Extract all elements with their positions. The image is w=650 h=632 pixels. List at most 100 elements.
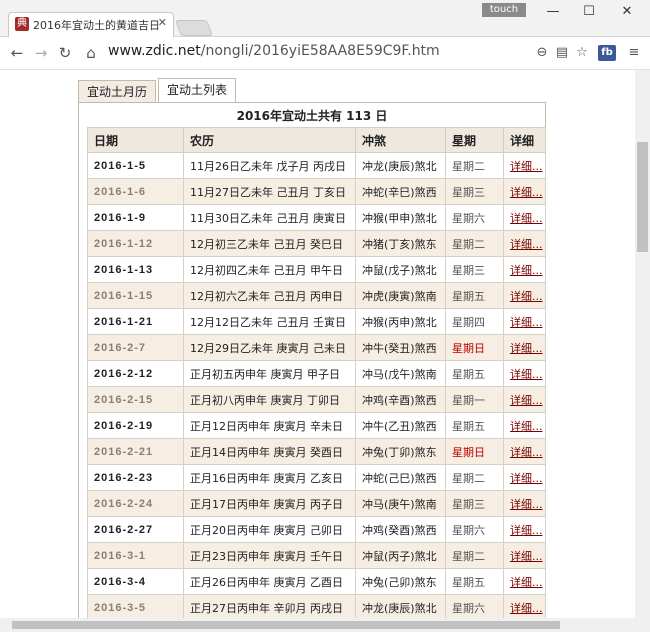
forward-icon[interactable]: →: [32, 44, 50, 62]
date-cell: 2016-1-13: [87, 256, 184, 283]
site-favicon-icon: 典: [15, 17, 29, 31]
minimize-icon[interactable]: —: [538, 4, 568, 20]
back-icon[interactable]: ←: [8, 44, 26, 62]
vertical-scroll-thumb[interactable]: [637, 142, 648, 252]
maximize-icon[interactable]: ☐: [574, 4, 604, 20]
col-header-weekday: 星期: [445, 127, 504, 153]
facebook-extension-icon[interactable]: fb: [598, 45, 616, 61]
date-cell: 2016-1-15: [87, 282, 184, 309]
horizontal-scrollbar[interactable]: [0, 618, 650, 632]
bookmark-star-icon[interactable]: ☆: [574, 45, 590, 61]
detail-link[interactable]: 详细...: [503, 360, 546, 387]
chongsha-cell: 冲鼠(戊子)煞北: [355, 256, 446, 283]
reload-icon[interactable]: ↻: [56, 44, 74, 62]
days-table: 日期 农历 冲煞 星期 详细 2016-1-5 11月26日乙未年 戊子月 丙戌日…: [87, 127, 546, 618]
date-cell: 2016-1-6: [87, 178, 184, 205]
horizontal-scroll-thumb[interactable]: [12, 621, 560, 629]
detail-link[interactable]: 详细...: [503, 542, 546, 569]
menu-icon[interactable]: ≡: [626, 45, 642, 61]
weekday-cell: 星期三: [445, 178, 504, 205]
date-cell: 2016-3-1: [87, 542, 184, 569]
detail-link[interactable]: 详细...: [503, 594, 546, 618]
chongsha-cell: 冲蛇(己巳)煞西: [355, 464, 446, 491]
lunar-date-cell: 正月17日丙申年 庚寅月 丙子日: [183, 490, 356, 517]
detail-link[interactable]: 详细...: [503, 334, 546, 361]
chongsha-cell: 冲兔(丁卯)煞东: [355, 438, 446, 465]
detail-link[interactable]: 详细...: [503, 230, 546, 257]
date-cell: 2016-2-27: [87, 516, 184, 543]
vertical-scrollbar[interactable]: [635, 70, 650, 618]
translate-icon[interactable]: ▤: [554, 45, 570, 61]
table-row: 2016-2-19 正月12日丙申年 庚寅月 辛未日 冲牛(乙丑)煞西 星期五 详细..…: [87, 412, 546, 439]
chongsha-cell: 冲鸡(辛酉)煞西: [355, 386, 446, 413]
weekday-cell: 星期五: [445, 412, 504, 439]
lunar-date-cell: 正月26日丙申年 庚寅月 乙酉日: [183, 568, 356, 595]
tab-list[interactable]: 宜动土列表: [158, 78, 237, 104]
weekday-cell: 星期二: [445, 152, 504, 179]
weekday-cell: 星期日: [445, 334, 504, 361]
lunar-date-cell: 12月初六乙未年 己丑月 丙申日: [183, 282, 356, 309]
close-window-icon[interactable]: ✕: [612, 4, 642, 20]
weekday-cell: 星期四: [445, 308, 504, 335]
list-panel: 2016年宜动土共有 113 日 日期 农历 冲煞 星期 详细 2016-1-5…: [78, 102, 546, 618]
window-titlebar: 典 2016年宜动土的黄道吉日 ✕ touch — ☐ ✕: [0, 0, 650, 37]
weekday-cell: 星期三: [445, 256, 504, 283]
detail-link[interactable]: 详细...: [503, 152, 546, 179]
table-header-row: 日期 农历 冲煞 星期 详细: [87, 127, 546, 153]
date-cell: 2016-3-5: [87, 594, 184, 618]
col-header-lunar: 农历: [183, 127, 356, 153]
lunar-date-cell: 正月12日丙申年 庚寅月 辛未日: [183, 412, 356, 439]
browser-tab[interactable]: 典 2016年宜动土的黄道吉日 ✕: [8, 12, 174, 37]
lunar-date-cell: 正月14日丙申年 庚寅月 癸酉日: [183, 438, 356, 465]
detail-link[interactable]: 详细...: [503, 282, 546, 309]
tab-month-calendar[interactable]: 宜动土月历: [78, 80, 157, 103]
url-domain: www.zdic.net: [108, 43, 201, 59]
weekday-cell: 星期五: [445, 282, 504, 309]
touch-mode-badge[interactable]: touch: [482, 3, 526, 17]
weekday-cell: 星期五: [445, 568, 504, 595]
chongsha-cell: 冲鸡(癸酉)煞西: [355, 516, 446, 543]
lunar-date-cell: 12月12日乙未年 己丑月 壬寅日: [183, 308, 356, 335]
table-row: 2016-3-4 正月26日丙申年 庚寅月 乙酉日 冲兔(己卯)煞东 星期五 详细...: [87, 568, 546, 595]
date-cell: 2016-2-23: [87, 464, 184, 491]
detail-link[interactable]: 详细...: [503, 438, 546, 465]
detail-link[interactable]: 详细...: [503, 464, 546, 491]
table-row: 2016-1-9 11月30日乙未年 己丑月 庚寅日 冲猴(甲申)煞北 星期六 详细..…: [87, 204, 546, 231]
detail-link[interactable]: 详细...: [503, 204, 546, 231]
lunar-date-cell: 12月初四乙未年 己丑月 甲午日: [183, 256, 356, 283]
table-row: 2016-1-6 11月27日乙未年 己丑月 丁亥日 冲蛇(辛巳)煞西 星期三 详细..…: [87, 178, 546, 205]
new-tab-button[interactable]: [175, 20, 213, 36]
detail-link[interactable]: 详细...: [503, 568, 546, 595]
table-row: 2016-2-24 正月17日丙申年 庚寅月 丙子日 冲马(庚午)煞南 星期三 详细..…: [87, 490, 546, 517]
date-cell: 2016-1-21: [87, 308, 184, 335]
date-cell: 2016-2-19: [87, 412, 184, 439]
detail-link[interactable]: 详细...: [503, 386, 546, 413]
weekday-cell: 星期日: [445, 438, 504, 465]
col-header-chongsha: 冲煞: [355, 127, 446, 153]
detail-link[interactable]: 详细...: [503, 256, 546, 283]
table-row: 2016-2-21 正月14日丙申年 庚寅月 癸酉日 冲兔(丁卯)煞东 星期日 详细..…: [87, 438, 546, 465]
table-row: 2016-3-5 正月27日丙申年 辛卯月 丙戌日 冲龙(庚辰)煞北 星期六 详细...: [87, 594, 546, 618]
lunar-date-cell: 11月26日乙未年 戊子月 丙戌日: [183, 152, 356, 179]
home-icon[interactable]: ⌂: [82, 44, 100, 62]
address-bar[interactable]: www.zdic.net/nongli/2016yiE58AA8E59C9F.h…: [108, 43, 440, 59]
chongsha-cell: 冲虎(庚寅)煞南: [355, 282, 446, 309]
date-cell: 2016-2-21: [87, 438, 184, 465]
date-cell: 2016-1-9: [87, 204, 184, 231]
lunar-date-cell: 正月27日丙申年 辛卯月 丙戌日: [183, 594, 356, 618]
tab-title: 2016年宜动土的黄道吉日: [33, 19, 160, 32]
detail-link[interactable]: 详细...: [503, 412, 546, 439]
date-cell: 2016-2-12: [87, 360, 184, 387]
tab-close-icon[interactable]: ✕: [158, 16, 167, 29]
lunar-date-cell: 正月初五丙申年 庚寅月 甲子日: [183, 360, 356, 387]
chongsha-cell: 冲猴(甲申)煞北: [355, 204, 446, 231]
detail-link[interactable]: 详细...: [503, 178, 546, 205]
detail-link[interactable]: 详细...: [503, 516, 546, 543]
weekday-cell: 星期一: [445, 386, 504, 413]
table-row: 2016-3-1 正月23日丙申年 庚寅月 壬午日 冲鼠(丙子)煞北 星期二 详细...: [87, 542, 546, 569]
detail-link[interactable]: 详细...: [503, 308, 546, 335]
weekday-cell: 星期六: [445, 594, 504, 618]
zoom-icon[interactable]: ⊖: [534, 45, 550, 61]
detail-link[interactable]: 详细...: [503, 490, 546, 517]
lunar-date-cell: 正月23日丙申年 庚寅月 壬午日: [183, 542, 356, 569]
